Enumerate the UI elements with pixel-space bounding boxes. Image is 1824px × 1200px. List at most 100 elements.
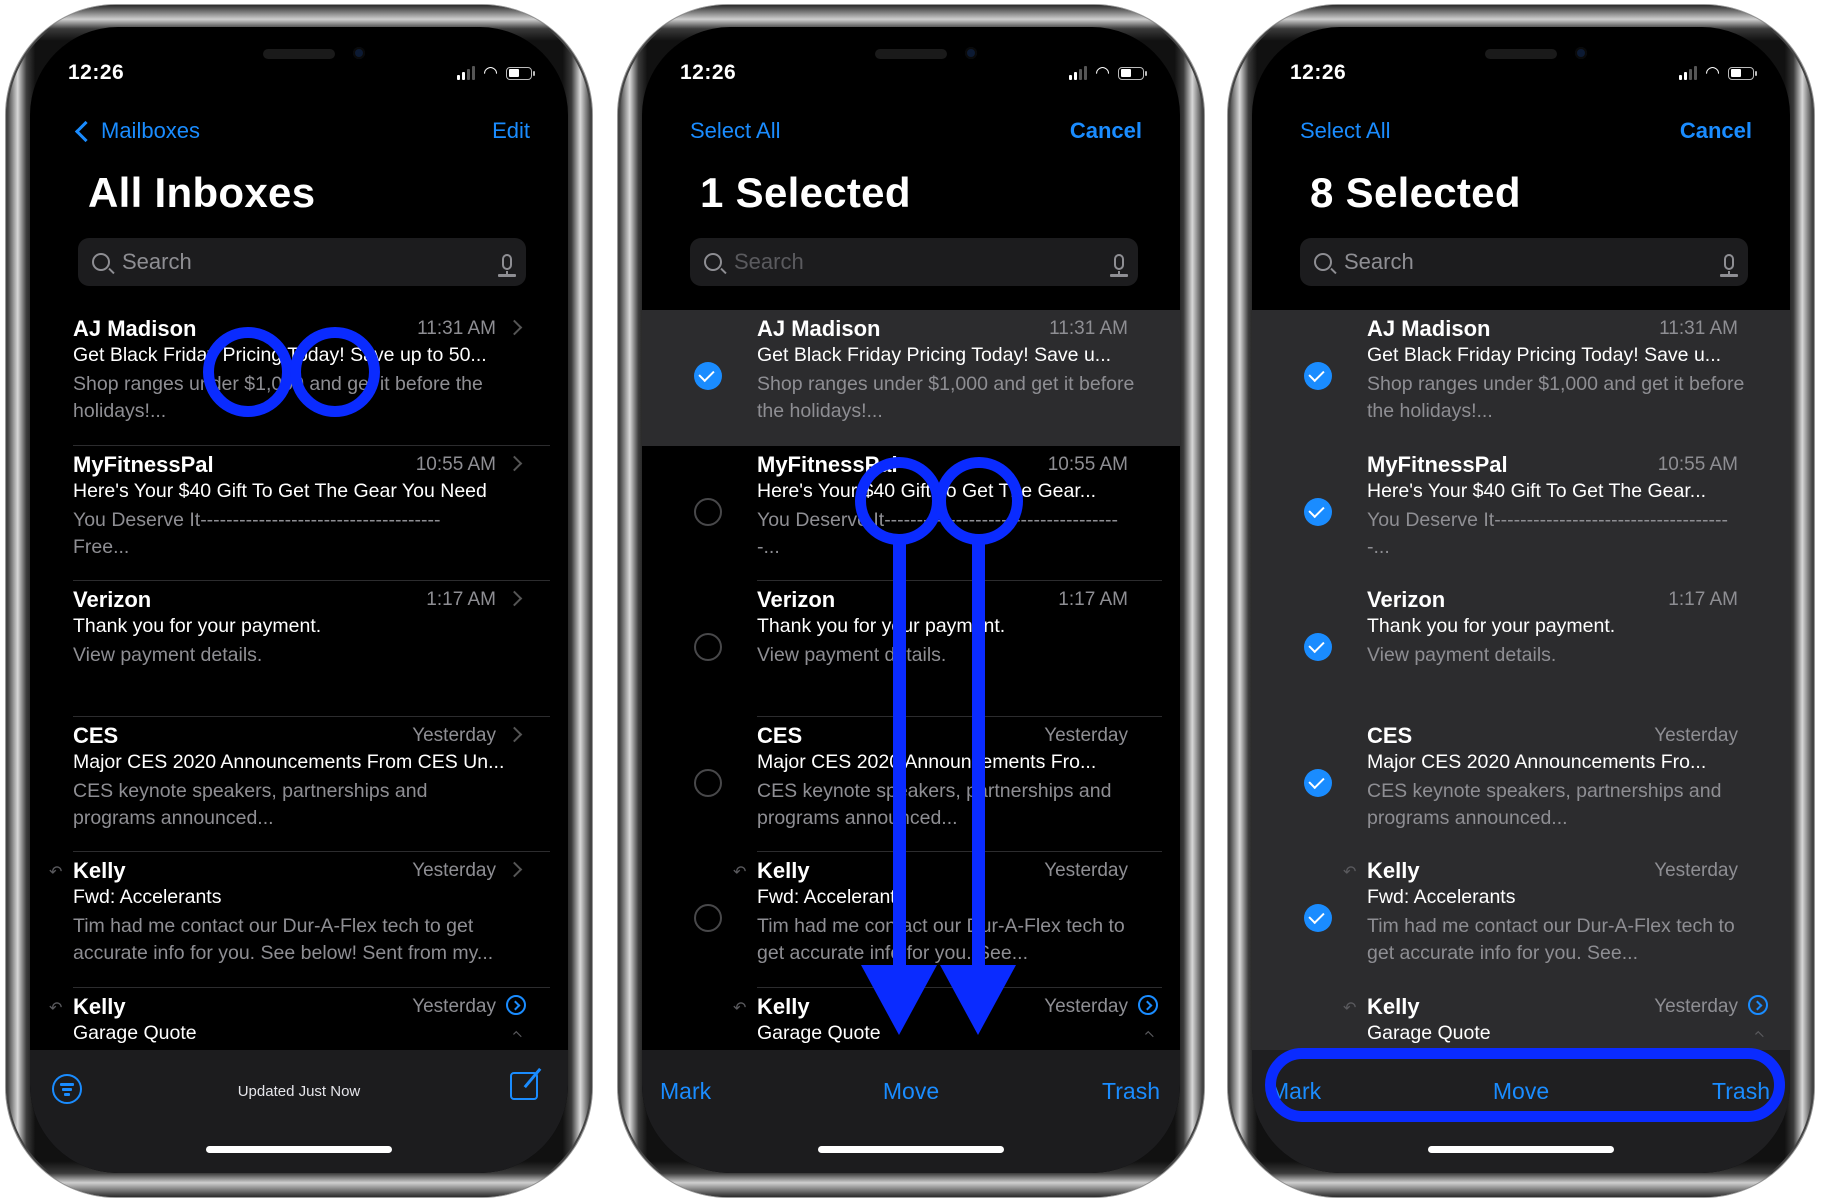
home-indicator[interactable] — [1428, 1146, 1614, 1153]
email-row[interactable]: MyFitnessPal 10:55 AM Here's Your $40 Gift… — [1252, 445, 1790, 581]
thread-chevron-circle-icon[interactable] — [506, 994, 526, 1015]
move-button[interactable]: Move — [1252, 1078, 1790, 1105]
unchecked-circle-icon[interactable] — [694, 904, 722, 932]
email-preview: CES keynote speakers, partnerships and p… — [757, 779, 1112, 829]
unchecked-circle-icon[interactable] — [694, 768, 722, 797]
screen: 12:26 ◠ Mailboxes Edit All Inboxes Searc… — [30, 27, 568, 1173]
home-indicator[interactable] — [818, 1146, 1004, 1153]
phone-all-inboxes: 12:26 ◠ Mailboxes Edit All Inboxes Searc… — [6, 5, 592, 1197]
email-time: 11:31 AM — [417, 318, 496, 339]
status-time: 12:26 — [680, 61, 737, 84]
wifi-icon: ◠ — [483, 63, 498, 82]
battery-icon — [1728, 66, 1757, 80]
email-row[interactable]: CES Yesterday Major CES 2020 Announcements… — [642, 717, 1180, 852]
email-preview: You Deserve It--------------------------… — [1367, 508, 1728, 558]
email-time: Yesterday — [1654, 860, 1738, 881]
compose-icon[interactable] — [510, 1072, 538, 1100]
cancel-button[interactable]: Cancel — [1070, 118, 1142, 144]
search-field[interactable]: Search — [78, 238, 526, 286]
select-all-button[interactable]: Select All — [690, 118, 781, 144]
email-row[interactable]: MyFitnessPal 10:55 AM Here's Your $40 Gift… — [642, 446, 1180, 581]
email-sender: Verizon — [1367, 587, 1446, 612]
bottom-toolbar: Mark Move Trash — [642, 1050, 1180, 1173]
search-icon — [704, 253, 722, 271]
search-field[interactable]: Search — [1300, 238, 1748, 286]
checked-circle-icon[interactable] — [1304, 497, 1332, 526]
email-sender: Verizon — [73, 587, 152, 612]
email-row[interactable]: AJ Madison 11:31 AM Get Black Friday Prici… — [1252, 310, 1790, 446]
status-icons: ◠ — [457, 63, 535, 83]
microphone-icon[interactable] — [1110, 254, 1128, 277]
replied-arrow-icon: ↶ — [1343, 999, 1357, 1017]
email-preview: Shop ranges under $1,000 and get it befo… — [1367, 373, 1745, 422]
screen: 12:26 ◠ Select All Cancel 1 Selected Sea… — [642, 27, 1180, 1173]
microphone-icon[interactable] — [1720, 254, 1738, 277]
search-field[interactable]: Search — [690, 238, 1138, 286]
email-preview: View payment details. — [73, 644, 263, 666]
checked-circle-icon[interactable] — [1304, 633, 1332, 661]
unchecked-circle-icon[interactable] — [694, 497, 722, 526]
email-subject: Fwd: Accelerants — [73, 886, 222, 908]
microphone-icon[interactable] — [498, 254, 516, 277]
checked-circle-icon[interactable] — [694, 362, 722, 390]
email-sender: CES — [757, 722, 803, 748]
home-indicator[interactable] — [206, 1146, 392, 1153]
status-icons: ◠ — [1069, 63, 1147, 83]
back-label: Mailboxes — [101, 118, 201, 143]
speaker — [1485, 49, 1557, 59]
email-subject: Garage Quote — [757, 1021, 881, 1044]
email-sender: CES — [1367, 722, 1413, 748]
email-row[interactable]: ↶ Kelly Yesterday Fwd: Accelerants Tim had m… — [30, 852, 568, 988]
email-subject: Fwd: Accelerants — [1367, 886, 1516, 908]
email-preview: View payment details. — [1367, 644, 1557, 666]
trash-button[interactable]: Trash — [1712, 1078, 1770, 1105]
email-time: 11:31 AM — [1659, 318, 1738, 339]
chevron-right-icon — [506, 861, 523, 878]
email-list: AJ Madison 11:31 AM Get Black Friday Prici… — [1252, 310, 1790, 1128]
email-time: Yesterday — [1044, 724, 1128, 746]
email-sender: MyFitnessPal — [1367, 451, 1508, 477]
trash-button[interactable]: Trash — [1102, 1078, 1160, 1105]
email-time: 11:31 AM — [1049, 318, 1128, 339]
email-preview: View payment details. — [757, 644, 947, 666]
email-row[interactable]: AJ Madison 11:31 AM Get Black Friday Prici… — [642, 310, 1180, 446]
replied-arrow-icon: ↶ — [1343, 864, 1357, 881]
email-preview: You Deserve It--------------------------… — [757, 508, 1118, 558]
move-button[interactable]: Move — [642, 1078, 1180, 1105]
mailboxes-back-button[interactable]: Mailboxes — [72, 118, 200, 144]
edit-button[interactable]: Edit — [492, 118, 530, 144]
paperclip-icon: ⌐ — [508, 1024, 527, 1044]
email-subject: Here's Your $40 Gift To Get The Gear... — [757, 479, 1097, 502]
email-row[interactable]: Verizon 1:17 AM Thank you for your payment… — [642, 581, 1180, 717]
email-row[interactable]: AJ Madison 11:31 AM Get Black Friday Prici… — [30, 310, 568, 446]
email-preview: Shop ranges under $1,000 and get it befo… — [73, 373, 483, 422]
email-time: Yesterday — [1044, 860, 1128, 881]
email-row[interactable]: CES Yesterday Major CES 2020 Announcements… — [1252, 716, 1790, 852]
email-list: AJ Madison 11:31 AM Get Black Friday Prici… — [30, 310, 568, 1123]
checked-circle-icon[interactable] — [1304, 362, 1332, 390]
thread-chevron-circle-icon[interactable] — [1748, 994, 1768, 1015]
checked-circle-icon[interactable] — [1304, 904, 1332, 932]
email-preview: CES keynote speakers, partnerships and p… — [73, 779, 428, 829]
email-row[interactable]: ↶ Kelly Yesterday Fwd: Accelerants Tim had m… — [1252, 852, 1790, 988]
email-sender: AJ Madison — [1367, 316, 1491, 341]
chevron-right-icon — [506, 455, 523, 471]
select-all-button[interactable]: Select All — [1300, 118, 1391, 144]
email-time: Yesterday — [412, 860, 496, 881]
checked-circle-icon[interactable] — [1304, 768, 1332, 797]
cancel-button[interactable]: Cancel — [1680, 118, 1752, 144]
email-sender: AJ Madison — [73, 316, 197, 341]
thread-chevron-circle-icon[interactable] — [1138, 994, 1158, 1015]
replied-arrow-icon: ↶ — [733, 999, 747, 1017]
email-time: Yesterday — [1654, 995, 1738, 1017]
email-row[interactable]: MyFitnessPal 10:55 AM Here's Your $40 Gift… — [30, 446, 568, 581]
email-row[interactable]: ↶ Kelly Yesterday Fwd: Accelerants Tim had m… — [642, 852, 1180, 988]
email-subject: Thank you for your payment. — [1367, 615, 1616, 637]
status-time: 12:26 — [68, 61, 125, 84]
email-row[interactable]: CES Yesterday Major CES 2020 Announcements… — [30, 717, 568, 852]
email-row[interactable]: Verizon 1:17 AM Thank you for your payment… — [1252, 581, 1790, 717]
email-time: Yesterday — [1044, 995, 1128, 1017]
unchecked-circle-icon[interactable] — [694, 633, 722, 661]
email-row[interactable]: Verizon 1:17 AM Thank you for your payment… — [30, 581, 568, 717]
speaker — [263, 49, 335, 59]
